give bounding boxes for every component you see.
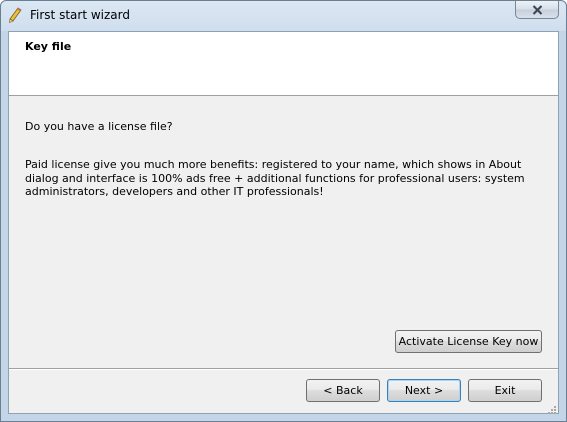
license-question: Do you have a license file? [25,120,173,133]
footer-separator [9,368,558,370]
close-icon [532,5,543,15]
next-button[interactable]: Next > [387,379,461,402]
license-description: Paid license give you much more benefits… [25,158,525,198]
page-title: Key file [25,40,72,53]
wizard-header: Key file [9,32,558,96]
exit-button[interactable]: Exit [468,379,542,402]
window-title: First start wizard [30,8,130,22]
activate-license-button[interactable]: Activate License Key now [395,330,542,353]
wizard-window: First start wizard Key file Do you have … [0,0,567,422]
resize-grip-icon[interactable] [547,401,557,414]
pencil-icon [8,7,22,23]
close-button[interactable] [515,1,559,19]
title-bar[interactable]: First start wizard [1,1,566,31]
wizard-client-area: Key file Do you have a license file? Pai… [8,31,559,414]
back-button[interactable]: < Back [306,379,380,402]
